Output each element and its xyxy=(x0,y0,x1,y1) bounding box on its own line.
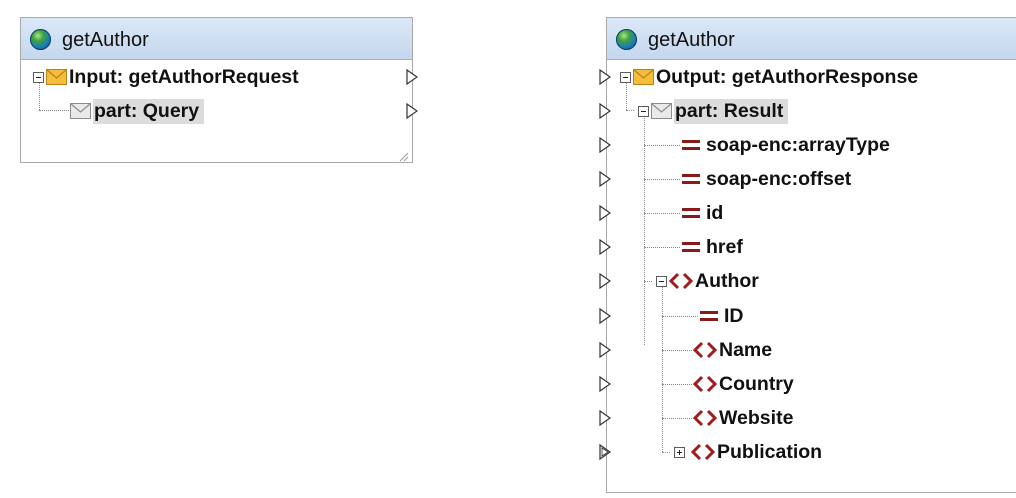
attribute-icon xyxy=(681,206,701,220)
input-connector-icon[interactable] xyxy=(599,342,611,358)
element-label: Website xyxy=(719,406,794,429)
input-node-label: Input: getAuthorRequest xyxy=(69,65,299,88)
element-label: Country xyxy=(719,372,794,395)
element-icon xyxy=(693,409,717,427)
output-connector-icon[interactable] xyxy=(406,103,418,119)
collapse-toggle[interactable] xyxy=(656,275,667,287)
envelope-icon xyxy=(651,103,672,119)
element-icon xyxy=(691,443,715,461)
tree-line xyxy=(644,179,680,180)
tree-line xyxy=(662,316,698,317)
expand-toggle[interactable] xyxy=(674,446,685,458)
tree-line xyxy=(662,384,692,385)
attribute-label: soap-enc:arrayType xyxy=(706,133,890,156)
attribute-label: id xyxy=(706,201,724,224)
part-node-row[interactable]: part: Query xyxy=(70,97,205,125)
part-node-label: part: Result xyxy=(674,98,789,124)
element-label: Publication xyxy=(717,440,823,463)
attribute-node-row[interactable]: soap-enc:offset xyxy=(681,165,851,193)
input-connector-icon[interactable] xyxy=(599,103,611,119)
component-titlebar[interactable]: getAuthor xyxy=(21,18,412,60)
input-connector-icon[interactable] xyxy=(599,137,611,153)
component-title: getAuthor xyxy=(62,29,149,51)
tree-line xyxy=(644,116,645,345)
part-node-label: part: Query xyxy=(93,98,205,124)
element-icon xyxy=(693,341,717,359)
attribute-node-row[interactable]: ID xyxy=(699,302,744,330)
collapse-toggle[interactable] xyxy=(33,71,44,83)
attribute-label: href xyxy=(706,235,743,258)
input-connector-icon[interactable] xyxy=(599,410,611,426)
envelope-icon xyxy=(46,69,67,85)
input-connector-icon[interactable] xyxy=(599,239,611,255)
input-connector-icon[interactable] xyxy=(599,376,611,392)
element-node-row[interactable]: Country xyxy=(693,370,794,398)
attribute-label: soap-enc:offset xyxy=(706,167,852,190)
tree-line xyxy=(644,281,652,282)
collapse-toggle[interactable] xyxy=(620,71,631,83)
element-node-row[interactable]: Website xyxy=(693,404,793,432)
attribute-icon xyxy=(681,240,701,254)
input-node-row[interactable]: Input: getAuthorRequest xyxy=(33,63,299,91)
envelope-icon xyxy=(633,69,654,85)
tree-line xyxy=(644,145,680,146)
attribute-icon xyxy=(681,138,701,152)
attribute-node-row[interactable]: id xyxy=(681,199,723,227)
attribute-icon xyxy=(699,309,719,323)
envelope-icon xyxy=(70,103,91,119)
tree-line xyxy=(644,213,680,214)
attribute-label: ID xyxy=(724,304,744,327)
author-node-row[interactable]: Author xyxy=(656,267,759,295)
tree-line xyxy=(626,110,634,111)
tree-line xyxy=(662,350,692,351)
element-icon xyxy=(669,272,693,290)
input-connector-icon[interactable] xyxy=(599,273,611,289)
output-connector-icon[interactable] xyxy=(406,69,418,85)
output-node-row[interactable]: Output: getAuthorResponse xyxy=(620,63,918,91)
globe-icon xyxy=(616,29,637,50)
input-connector-icon[interactable] xyxy=(599,171,611,187)
tree-line xyxy=(662,418,692,419)
globe-icon xyxy=(30,29,51,50)
element-label: Author xyxy=(695,269,759,292)
input-connector-icon[interactable] xyxy=(599,69,611,85)
tree-line xyxy=(644,247,680,248)
element-label: Name xyxy=(719,338,773,361)
collapse-toggle[interactable] xyxy=(638,105,649,117)
tree-line xyxy=(662,287,663,452)
element-node-row[interactable]: Publication xyxy=(674,438,822,466)
left-component[interactable]: getAuthor Input: getAuthorRequest part: … xyxy=(20,17,418,163)
input-connector-icon[interactable] xyxy=(599,444,611,460)
tree-line xyxy=(39,110,69,111)
component-title: getAuthor xyxy=(648,29,735,51)
attribute-node-row[interactable]: soap-enc:arrayType xyxy=(681,131,890,159)
resize-grip-icon[interactable] xyxy=(399,149,409,162)
attribute-icon xyxy=(681,172,701,186)
part-node-row[interactable]: part: Result xyxy=(638,97,789,125)
input-connector-icon[interactable] xyxy=(599,205,611,221)
input-connector-icon[interactable] xyxy=(599,308,611,324)
right-component[interactable]: getAuthor Output: getAuthorResponse part… xyxy=(599,17,1016,493)
tree-line xyxy=(662,452,670,453)
component-titlebar[interactable]: getAuthor xyxy=(607,18,1016,60)
element-node-row[interactable]: Name xyxy=(693,336,772,364)
attribute-node-row[interactable]: href xyxy=(681,233,743,261)
element-icon xyxy=(693,375,717,393)
output-node-label: Output: getAuthorResponse xyxy=(656,65,919,88)
